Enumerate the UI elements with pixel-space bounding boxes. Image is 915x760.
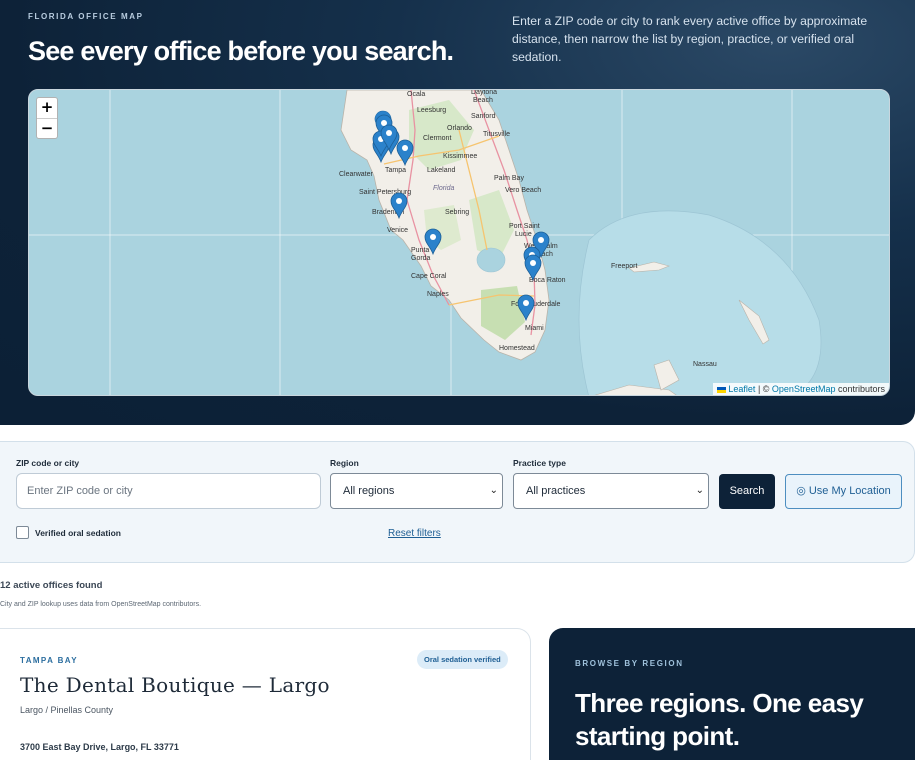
sedation-checkbox-label[interactable]: Verified oral sedation [35,528,121,538]
office-marker-icon[interactable] [424,228,442,256]
zoom-control: + − [36,97,58,139]
practice-label: Practice type [513,458,566,468]
marker-layer[interactable] [29,90,890,396]
sedation-badge: Oral sedation verified [417,650,508,669]
lookup-note: City and ZIP lookup uses data from OpenS… [0,601,202,608]
region-title: Three regions. One easy starting point. [575,688,864,751]
filter-panel: ZIP code or city Region All regions ⌄ Pra… [0,441,915,563]
use-location-button[interactable]: ◎ Use My Location [785,474,902,509]
office-address: 3700 East Bay Drive, Largo, FL 33771 [20,742,179,752]
page-title: See every office before you search. [28,36,454,66]
map-attribution: Leaflet | © OpenStreetMap contributors [713,383,889,395]
region-label: Region [330,458,359,468]
chevron-down-icon: ⌄ [489,485,498,496]
practice-select-value: All practices [526,485,586,497]
attribution-separator: | © [755,384,772,394]
hero-section: FLORIDA OFFICE MAP See every office befo… [0,0,915,425]
ukraine-flag-icon [717,386,727,393]
reset-filters-link[interactable]: Reset filters [388,528,441,539]
region-eyebrow: BROWSE BY REGION [575,659,684,668]
browse-region-card: BROWSE BY REGION Three regions. One easy… [549,628,915,760]
zip-input[interactable] [16,473,321,509]
zoom-out-button[interactable]: − [37,118,57,138]
region-select[interactable]: All regions ⌄ [330,473,503,509]
office-map[interactable]: Ocala Daytona Beach Leesburg Sanford Orlando… [28,89,890,396]
office-name[interactable]: The Dental Boutique — Largo [20,673,330,697]
practice-select[interactable]: All practices ⌄ [513,473,709,509]
hero-description: Enter a ZIP code or city to rank every a… [512,14,868,64]
office-city: Largo / Pinellas County [20,705,114,715]
osm-link[interactable]: OpenStreetMap [772,384,836,394]
attribution-tail: contributors [835,384,885,394]
hero-eyebrow: FLORIDA OFFICE MAP [28,12,144,21]
sedation-checkbox[interactable] [16,526,29,539]
office-card[interactable]: TAMPA BAY Oral sedation verified The Den… [0,628,531,760]
zip-label: ZIP code or city [16,458,80,468]
office-marker-icon[interactable] [396,139,414,167]
zoom-in-button[interactable]: + [37,98,57,118]
office-marker-icon[interactable] [524,254,542,282]
office-marker-icon[interactable] [390,192,408,220]
region-select-value: All regions [343,485,395,497]
results-count: 12 active offices found [0,580,103,591]
leaflet-link[interactable]: Leaflet [728,384,755,394]
office-region: TAMPA BAY [20,656,78,665]
search-button[interactable]: Search [719,474,775,509]
office-marker-icon[interactable] [517,294,535,322]
chevron-down-icon: ⌄ [695,485,704,496]
